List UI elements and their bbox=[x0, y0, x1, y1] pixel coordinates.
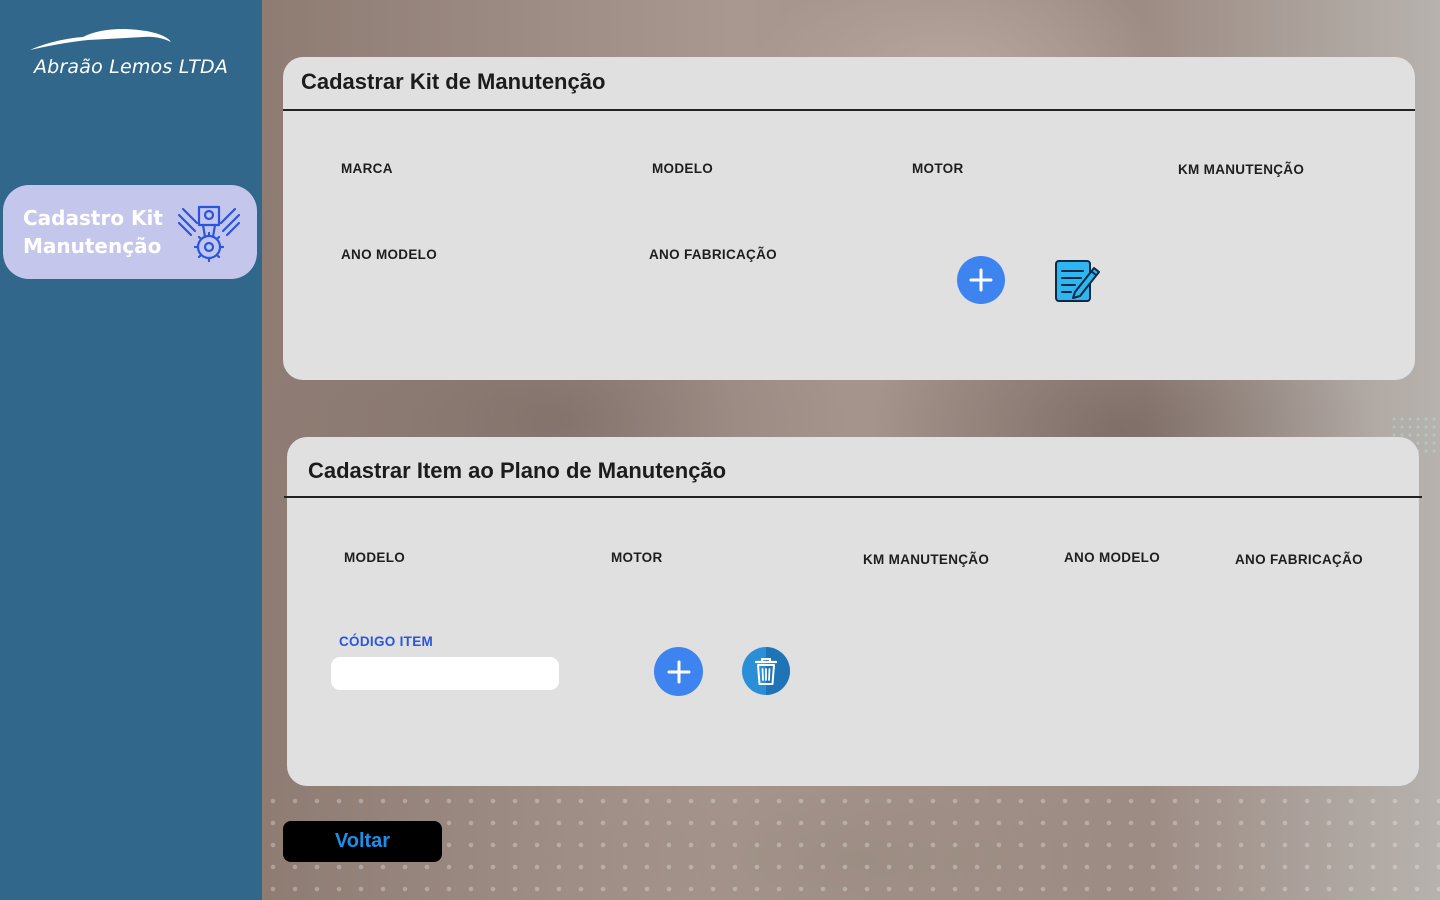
add-item-button[interactable] bbox=[654, 647, 703, 696]
sidebar-item-label: Cadastro Kit Manutenção bbox=[23, 206, 163, 258]
back-button[interactable]: Voltar bbox=[283, 821, 442, 862]
edit-kit-button[interactable] bbox=[1053, 256, 1101, 308]
engine-piston-icon bbox=[177, 205, 241, 263]
delete-item-button[interactable] bbox=[742, 647, 790, 699]
add-kit-button[interactable] bbox=[957, 256, 1005, 304]
plus-icon bbox=[969, 268, 993, 292]
title-divider bbox=[284, 496, 1422, 498]
field-motor[interactable]: MOTOR bbox=[912, 161, 964, 176]
codigo-item-label: CÓDIGO ITEM bbox=[339, 634, 434, 649]
item-form-title: Cadastrar Item ao Plano de Manutenção bbox=[308, 458, 727, 483]
field-modelo[interactable]: MODELO bbox=[344, 550, 405, 565]
brand-name: Abraão Lemos LTDA bbox=[33, 56, 229, 78]
field-ano-modelo[interactable]: ANO MODELO bbox=[341, 247, 437, 262]
field-modelo[interactable]: MODELO bbox=[652, 161, 713, 176]
kit-form-title: Cadastrar Kit de Manutenção bbox=[301, 69, 606, 94]
trash-icon bbox=[742, 647, 790, 695]
field-ano-modelo[interactable]: ANO MODELO bbox=[1064, 550, 1160, 565]
sidebar: Abraão Lemos LTDA Cadastro Kit Manutençã… bbox=[0, 0, 262, 900]
field-ano-fabricacao[interactable]: ANO FABRICAÇÃO bbox=[649, 247, 777, 262]
field-motor[interactable]: MOTOR bbox=[611, 550, 663, 565]
plus-icon bbox=[667, 660, 690, 683]
field-km-manutencao[interactable]: KM MANUTENÇÃO bbox=[1178, 162, 1304, 177]
kit-form-card: Cadastrar Kit de Manutenção MARCA MODELO… bbox=[283, 57, 1415, 380]
field-km-manutencao[interactable]: KM MANUTENÇÃO bbox=[863, 552, 989, 567]
car-silhouette-icon bbox=[30, 29, 171, 50]
item-form-card: Cadastrar Item ao Plano de Manutenção MO… bbox=[284, 437, 1422, 786]
brand: Abraão Lemos LTDA bbox=[0, 26, 262, 78]
field-ano-fabricacao[interactable]: ANO FABRICAÇÃO bbox=[1235, 552, 1363, 567]
title-divider bbox=[283, 109, 1415, 111]
edit-note-icon bbox=[1055, 260, 1100, 302]
sidebar-item-cadastro-kit[interactable]: Cadastro Kit Manutenção bbox=[3, 185, 257, 279]
codigo-item-input[interactable] bbox=[331, 657, 559, 690]
field-marca[interactable]: MARCA bbox=[341, 161, 393, 176]
